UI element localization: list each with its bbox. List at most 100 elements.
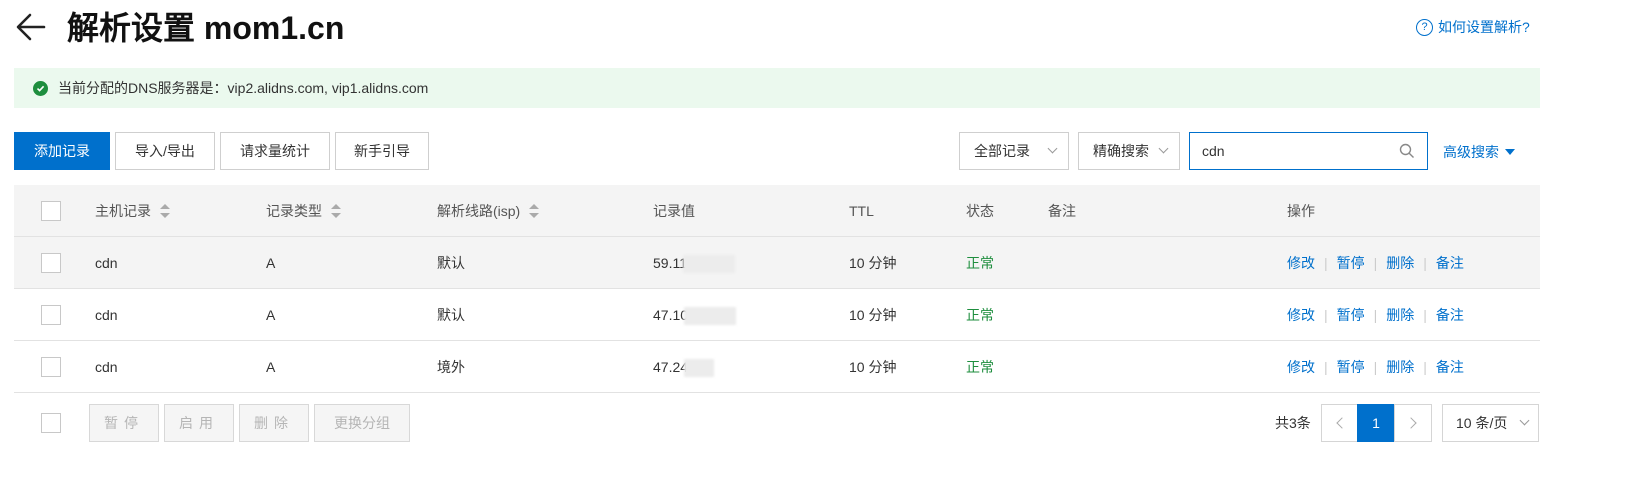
ttl-cell: 10 分钟 bbox=[849, 307, 897, 323]
edit-link[interactable]: 修改 bbox=[1287, 255, 1315, 271]
col-type: 记录类型 bbox=[266, 185, 341, 237]
back-arrow-icon[interactable] bbox=[14, 10, 48, 44]
value-cell: 47.10 bbox=[653, 289, 737, 341]
line-cell: 默认 bbox=[437, 255, 465, 271]
redaction-mask bbox=[684, 307, 737, 326]
edit-link[interactable]: 修改 bbox=[1287, 307, 1315, 323]
record-filter-value: 全部记录 bbox=[974, 143, 1030, 159]
advanced-search-label: 高级搜索 bbox=[1443, 144, 1499, 160]
table-row: cdn A 默认 47.10 10 分钟 正常 修改 | 暂停 | 删除 | 备注 bbox=[14, 289, 1540, 341]
separator: | bbox=[1423, 255, 1427, 271]
row-checkbox[interactable] bbox=[41, 305, 61, 325]
page-button-current[interactable]: 1 bbox=[1357, 404, 1395, 442]
col-value: 记录值 bbox=[653, 203, 695, 219]
value-cell: 59.11 bbox=[653, 237, 735, 289]
separator: | bbox=[1324, 359, 1328, 375]
import-export-button[interactable]: 导入/导出 bbox=[115, 132, 215, 170]
batch-pause-button[interactable]: 暂停 bbox=[89, 404, 159, 442]
sort-icon[interactable] bbox=[160, 204, 170, 219]
col-type-label: 记录类型 bbox=[266, 203, 322, 219]
delete-link[interactable]: 删除 bbox=[1386, 307, 1414, 323]
pause-link[interactable]: 暂停 bbox=[1337, 359, 1365, 375]
col-host: 主机记录 bbox=[95, 185, 170, 237]
prev-page-button[interactable] bbox=[1321, 404, 1359, 442]
chevron-down-icon bbox=[1519, 415, 1530, 426]
col-line: 解析线路(isp) bbox=[437, 185, 540, 237]
value-cell: 47.24 bbox=[653, 341, 715, 393]
record-filter-select[interactable]: 全部记录 bbox=[959, 132, 1069, 170]
help-link-label: 如何设置解析? bbox=[1438, 19, 1530, 35]
batch-delete-button[interactable]: 删除 bbox=[239, 404, 309, 442]
row-actions: 修改 | 暂停 | 删除 | 备注 bbox=[1287, 289, 1464, 341]
change-group-button[interactable]: 更换分组 bbox=[314, 404, 410, 442]
col-remark: 备注 bbox=[1048, 203, 1076, 219]
line-cell: 默认 bbox=[437, 307, 465, 323]
type-cell: A bbox=[266, 359, 276, 375]
footer-select-all-checkbox[interactable] bbox=[41, 413, 61, 433]
value-text: 47.24 bbox=[653, 359, 689, 375]
remark-link[interactable]: 备注 bbox=[1436, 255, 1464, 271]
col-status: 状态 bbox=[966, 203, 994, 219]
line-cell: 境外 bbox=[437, 359, 465, 375]
delete-link[interactable]: 删除 bbox=[1386, 359, 1414, 375]
notice-text: 当前分配的DNS服务器是：vip2.alidns.com, vip1.alidn… bbox=[58, 80, 429, 96]
host-cell: cdn bbox=[95, 307, 118, 323]
page-size-value: 10 条/页 bbox=[1456, 415, 1508, 431]
row-actions: 修改 | 暂停 | 删除 | 备注 bbox=[1287, 237, 1464, 289]
edit-link[interactable]: 修改 bbox=[1287, 359, 1315, 375]
pause-link[interactable]: 暂停 bbox=[1337, 307, 1365, 323]
chevron-down-icon bbox=[1047, 143, 1058, 154]
value-text: 59.11 bbox=[653, 255, 687, 271]
remark-link[interactable]: 备注 bbox=[1436, 359, 1464, 375]
check-circle-icon bbox=[33, 80, 48, 96]
search-mode-value: 精确搜索 bbox=[1093, 143, 1149, 159]
separator: | bbox=[1373, 307, 1378, 323]
search-mode-select[interactable]: 精确搜索 bbox=[1078, 132, 1180, 170]
add-record-button[interactable]: 添加记录 bbox=[14, 132, 110, 170]
pause-link[interactable]: 暂停 bbox=[1337, 255, 1365, 271]
host-cell: cdn bbox=[95, 255, 118, 271]
table-row: cdn A 默认 59.11 10 分钟 正常 修改 | 暂停 | 删除 | 备注 bbox=[14, 237, 1540, 289]
sort-icon[interactable] bbox=[331, 204, 341, 219]
page-title: 解析设置 mom1.cn bbox=[67, 10, 345, 46]
separator: | bbox=[1373, 255, 1378, 271]
chevron-left-icon bbox=[1336, 417, 1348, 429]
chevron-down-icon bbox=[1158, 143, 1169, 154]
row-checkbox[interactable] bbox=[41, 357, 61, 377]
sort-icon[interactable] bbox=[529, 204, 540, 219]
search-input[interactable] bbox=[1202, 143, 1387, 159]
search-box[interactable] bbox=[1189, 132, 1428, 170]
guide-button[interactable]: 新手引导 bbox=[335, 132, 429, 170]
help-link[interactable]: ? 如何设置解析? bbox=[1416, 17, 1530, 37]
ttl-cell: 10 分钟 bbox=[849, 359, 897, 375]
col-host-label: 主机记录 bbox=[95, 203, 151, 219]
table-header: 主机记录 记录类型 解析线路(isp) 记录值 TTL 状态 备注 操作 bbox=[14, 185, 1540, 237]
search-icon[interactable] bbox=[1399, 143, 1415, 159]
separator: | bbox=[1423, 307, 1427, 323]
table-row: cdn A 境外 47.24 10 分钟 正常 修改 | 暂停 | 删除 | 备注 bbox=[14, 341, 1540, 393]
select-all-checkbox[interactable] bbox=[41, 201, 61, 221]
advanced-search-toggle[interactable]: 高级搜索 bbox=[1443, 142, 1515, 162]
delete-link[interactable]: 删除 bbox=[1386, 255, 1414, 271]
next-page-button[interactable] bbox=[1394, 404, 1432, 442]
status-cell: 正常 bbox=[966, 307, 994, 323]
col-ttl: TTL bbox=[849, 203, 874, 219]
redaction-mask bbox=[683, 255, 735, 274]
chevron-right-icon bbox=[1405, 417, 1417, 429]
page-size-select[interactable]: 10 条/页 bbox=[1442, 404, 1539, 442]
row-actions: 修改 | 暂停 | 删除 | 备注 bbox=[1287, 341, 1464, 393]
host-cell: cdn bbox=[95, 359, 118, 375]
value-text: 47.10 bbox=[653, 307, 689, 323]
col-actions: 操作 bbox=[1287, 203, 1315, 219]
batch-enable-button[interactable]: 启用 bbox=[164, 404, 234, 442]
status-cell: 正常 bbox=[966, 359, 994, 375]
remark-link[interactable]: 备注 bbox=[1436, 307, 1464, 323]
request-stats-button[interactable]: 请求量统计 bbox=[220, 132, 330, 170]
col-line-label: 解析线路(isp) bbox=[437, 203, 521, 219]
row-checkbox[interactable] bbox=[41, 253, 61, 273]
separator: | bbox=[1373, 359, 1378, 375]
redaction-mask bbox=[684, 359, 715, 378]
separator: | bbox=[1324, 255, 1328, 271]
separator: | bbox=[1423, 359, 1427, 375]
dns-server-notice: 当前分配的DNS服务器是：vip2.alidns.com, vip1.alidn… bbox=[14, 68, 1540, 108]
